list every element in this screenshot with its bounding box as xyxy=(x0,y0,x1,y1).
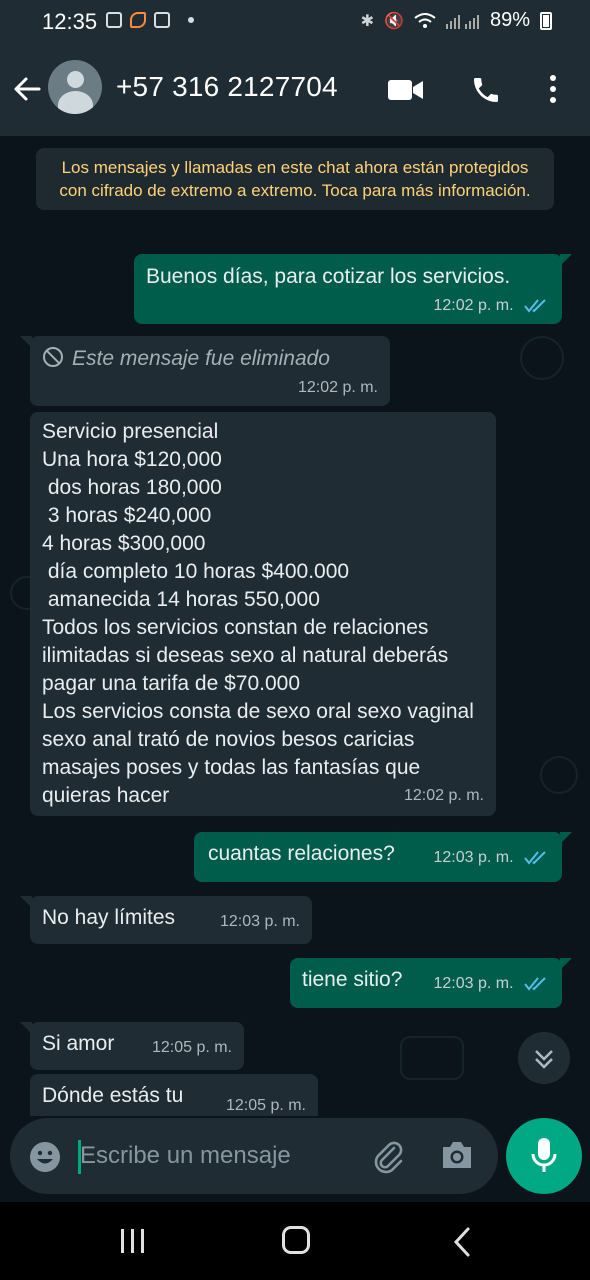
contact-name[interactable]: +57 316 2127704 xyxy=(116,71,338,103)
message-incoming[interactable]: Dónde estás tu 12:05 p. m. xyxy=(30,1074,318,1116)
message-input[interactable]: Escribe un mensaje xyxy=(80,1142,291,1170)
wifi-icon xyxy=(414,12,436,28)
avatar[interactable] xyxy=(48,60,102,114)
camera-icon[interactable] xyxy=(440,1140,474,1170)
ban-icon xyxy=(43,347,63,367)
arrow-left-icon[interactable] xyxy=(12,74,42,104)
message-text: Buenos días, para cotizar los servicios. xyxy=(146,265,511,288)
composer-bar: Escribe un mensaje xyxy=(0,1116,590,1202)
message-outgoing[interactable]: cuantas relaciones? 12:03 p. m. xyxy=(194,832,572,882)
system-nav-bar xyxy=(0,1202,590,1280)
scroll-down-button[interactable] xyxy=(518,1032,570,1084)
message-incoming[interactable]: Si amor 12:05 p. m. xyxy=(20,1022,244,1070)
message-text: No hay límites xyxy=(42,906,176,929)
double-chevron-down-icon xyxy=(535,1050,553,1069)
mic-button[interactable] xyxy=(506,1118,582,1194)
message-meta: 12:03 p. m. xyxy=(434,844,551,872)
bluetooth-icon: ✱ xyxy=(360,12,375,30)
message-text: tiene sitio? xyxy=(302,968,403,991)
emoji-icon[interactable] xyxy=(28,1140,62,1174)
chat-area[interactable]: Los mensajes y llamadas en este chat aho… xyxy=(0,136,590,1116)
more-vertical-icon[interactable] xyxy=(546,74,560,104)
wallpaper-doodle xyxy=(520,336,564,380)
gallery-notification-icon xyxy=(106,12,122,28)
video-camera-icon[interactable] xyxy=(388,78,424,102)
status-bar: 12:35 ✱ 🔇 89% xyxy=(0,0,590,44)
message-text: cuantas relaciones? xyxy=(208,842,395,865)
battery-icon xyxy=(540,11,552,30)
message-text: Este mensaje fue eliminado xyxy=(72,347,330,370)
app-notification-icon xyxy=(130,12,146,28)
message-meta: 12:02 p. m. xyxy=(434,292,551,320)
message-time: 12:05 p. m. xyxy=(225,1097,306,1114)
back-nav-icon[interactable] xyxy=(452,1226,472,1258)
recent-apps-icon[interactable] xyxy=(118,1228,148,1254)
message-outgoing[interactable]: tiene sitio? 12:03 p. m. xyxy=(290,958,572,1008)
double-check-icon xyxy=(524,851,546,865)
message-text: Dónde estás tu xyxy=(42,1084,184,1107)
double-check-icon xyxy=(524,299,546,313)
paperclip-icon[interactable] xyxy=(370,1138,406,1174)
notification-icons xyxy=(106,12,194,28)
status-time: 12:35 xyxy=(42,9,98,34)
more-notifications-icon xyxy=(188,17,194,23)
signal-icon xyxy=(445,14,479,29)
message-incoming[interactable]: Servicio presencial Una hora $120,000 do… xyxy=(30,412,496,816)
double-check-icon xyxy=(524,977,546,991)
microphone-icon xyxy=(531,1138,557,1172)
message-time: 12:03 p. m. xyxy=(219,913,300,930)
chat-header: +57 316 2127704 xyxy=(0,44,590,136)
battery-percent: 89% xyxy=(489,9,530,31)
message-time: 12:02 p. m. xyxy=(433,297,514,314)
message-meta: 12:03 p. m. xyxy=(434,970,551,998)
message-text: Si amor xyxy=(42,1032,115,1055)
wallpaper-doodle xyxy=(400,1036,464,1080)
message-time: 12:03 p. m. xyxy=(433,849,514,866)
wallpaper-doodle xyxy=(540,756,578,794)
message-time: 12:03 p. m. xyxy=(433,975,514,992)
mute-icon: 🔇 xyxy=(384,12,404,30)
clipboard-notification-icon xyxy=(154,12,170,28)
message-text: Servicio presencial Una hora $120,000 do… xyxy=(42,420,474,807)
message-time: 12:05 p. m. xyxy=(151,1039,232,1056)
system-status: ✱ 🔇 89% xyxy=(361,9,552,32)
message-time: 12:02 p. m. xyxy=(403,787,484,804)
message-input-container[interactable]: Escribe un mensaje xyxy=(10,1118,498,1194)
message-time: 12:02 p. m. xyxy=(297,379,378,396)
home-icon[interactable] xyxy=(282,1226,310,1254)
encryption-notice[interactable]: Los mensajes y llamadas en este chat aho… xyxy=(36,148,554,210)
message-incoming-deleted[interactable]: Este mensaje fue eliminado 12:02 p. m. xyxy=(20,336,390,406)
phone-icon[interactable] xyxy=(470,74,502,106)
message-incoming[interactable]: No hay límites 12:03 p. m. xyxy=(20,896,312,944)
message-outgoing[interactable]: Buenos días, para cotizar los servicios.… xyxy=(134,254,572,324)
